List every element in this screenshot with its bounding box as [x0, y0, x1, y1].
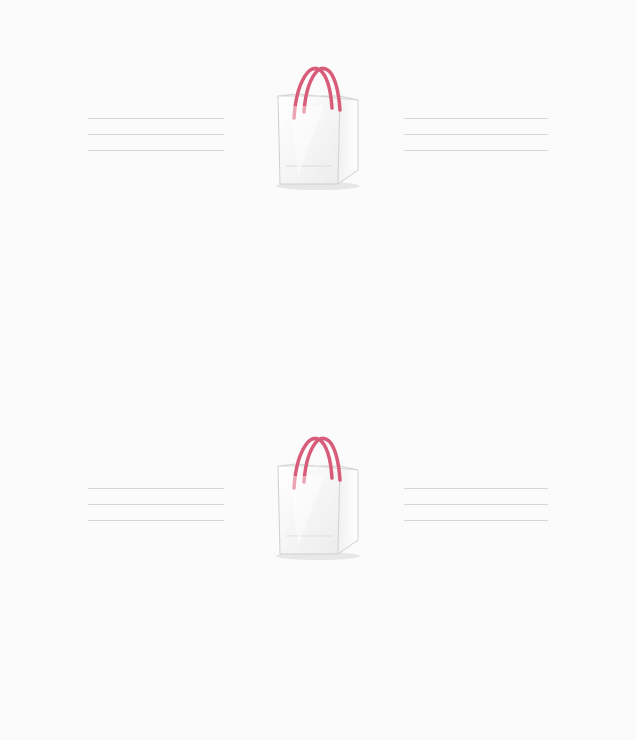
placeholder-lines-left: [88, 488, 224, 524]
placeholder-line: [404, 520, 548, 521]
placeholder-lines-right: [404, 118, 548, 154]
placeholder-line: [88, 488, 224, 489]
shopping-bag-icon: [266, 432, 370, 564]
placeholder-line: [88, 134, 224, 135]
placeholder-line: [88, 150, 224, 151]
placeholder-line: [404, 488, 548, 489]
placeholder-lines-left: [88, 118, 224, 154]
placeholder-line: [404, 150, 548, 151]
placeholder-line: [88, 504, 224, 505]
placeholder-line: [404, 134, 548, 135]
placeholder-lines-right: [404, 488, 548, 524]
placeholder-line: [88, 520, 224, 521]
empty-placeholder-1: [0, 62, 636, 202]
shopping-bag-icon: [266, 62, 370, 194]
placeholder-line: [404, 118, 548, 119]
placeholder-line: [88, 118, 224, 119]
placeholder-line: [404, 504, 548, 505]
empty-placeholder-2: [0, 432, 636, 572]
